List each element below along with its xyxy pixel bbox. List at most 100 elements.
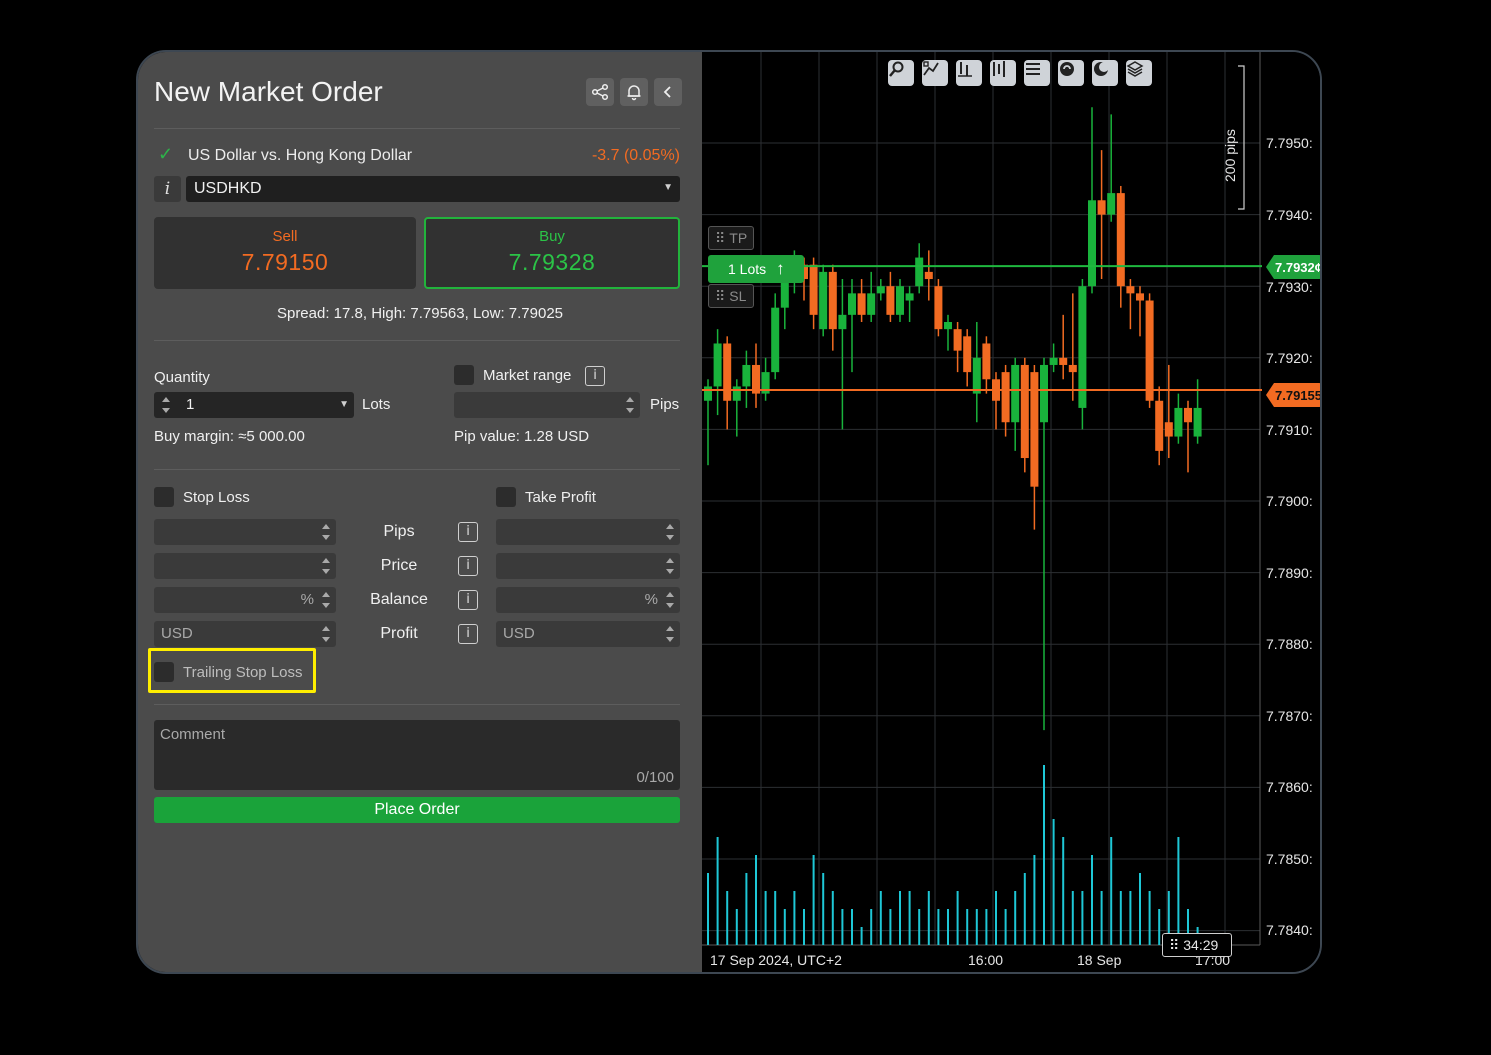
stepper-arrows-icon[interactable] xyxy=(321,591,331,609)
comment-textarea[interactable]: Comment 0/100 xyxy=(154,720,680,790)
candle-body xyxy=(944,322,952,330)
profit-info-icon[interactable]: i xyxy=(458,624,478,644)
row-label-price: Price xyxy=(380,557,418,574)
alert-button[interactable] xyxy=(620,78,648,106)
draw-tools-icon xyxy=(923,61,939,76)
y-tick-label: 7.7930: xyxy=(1266,279,1313,295)
tp-handle[interactable]: ⠿ TP xyxy=(708,226,754,250)
y-tick-label: 7.7850: xyxy=(1266,851,1313,867)
bar-type-button[interactable] xyxy=(956,60,982,86)
symbol-select[interactable]: USDHKD ▼ xyxy=(186,176,680,202)
indicators-button[interactable] xyxy=(990,60,1016,86)
bar-type-icon xyxy=(958,62,972,77)
objects-list-button[interactable] xyxy=(1024,60,1050,86)
buy-button[interactable]: Buy 7.79328 xyxy=(424,217,680,289)
candle-body xyxy=(1145,300,1154,401)
quantity-stepper[interactable]: 1 ▼ xyxy=(154,392,354,418)
usd-placeholder: USD xyxy=(503,625,535,642)
candle-body xyxy=(972,357,981,394)
draw-tools-button[interactable] xyxy=(922,60,948,86)
tp-price-input[interactable] xyxy=(496,553,680,579)
candle-body xyxy=(1097,200,1106,215)
market-range-info-icon[interactable]: i xyxy=(585,366,605,386)
tp-profit-input[interactable]: USD xyxy=(496,621,680,647)
symbol-value: USDHKD xyxy=(194,180,262,197)
countdown-value: 34:29 xyxy=(1183,937,1219,953)
y-tick-label: 7.7920: xyxy=(1266,350,1313,366)
divider xyxy=(154,469,680,470)
divider xyxy=(154,340,680,341)
sl-balance-input[interactable]: % xyxy=(154,587,336,613)
quantity-label: Quantity xyxy=(154,369,210,386)
stepper-arrows-icon[interactable] xyxy=(625,396,635,414)
balance-info-icon[interactable]: i xyxy=(458,590,478,610)
arrow-up-icon: ↑ xyxy=(776,259,785,278)
instrument-info-button[interactable]: i xyxy=(154,176,181,202)
stepper-arrows-icon[interactable] xyxy=(665,523,675,541)
collapse-button[interactable] xyxy=(654,78,682,106)
price-info-icon[interactable]: i xyxy=(458,556,478,576)
tp-balance-input[interactable]: % xyxy=(496,587,680,613)
market-range-input[interactable] xyxy=(454,392,640,418)
sl-handle[interactable]: ⠿ SL xyxy=(708,284,754,308)
row-label-pips: Pips xyxy=(383,523,415,540)
buy-label: Buy xyxy=(539,228,565,245)
chart-canvas[interactable] xyxy=(702,52,1322,974)
candle-body xyxy=(1184,407,1192,423)
stepper-arrows-icon[interactable] xyxy=(161,396,171,414)
moon-icon xyxy=(1094,62,1109,76)
pips-info-icon[interactable]: i xyxy=(458,522,478,542)
x-tick-label: 18 Sep xyxy=(1077,952,1122,968)
instrument-name: US Dollar vs. Hong Kong Dollar xyxy=(188,147,413,164)
chevron-left-icon xyxy=(663,86,671,98)
stepper-arrows-icon[interactable] xyxy=(665,591,675,609)
zoom-button[interactable] xyxy=(888,60,914,86)
y-tick-label: 7.7840: xyxy=(1266,922,1313,938)
stepper-arrows-icon[interactable] xyxy=(321,557,331,575)
layers-button[interactable] xyxy=(1126,60,1152,86)
check-icon: ✓ xyxy=(158,144,174,164)
candle-body xyxy=(1107,193,1116,215)
x-tick-label: 17 Sep 2024, UTC+2 xyxy=(710,952,842,968)
y-tick-label: 7.7860: xyxy=(1266,779,1313,795)
sl-profit-input[interactable]: USD xyxy=(154,621,336,647)
sl-pips-input[interactable] xyxy=(154,519,336,545)
candle-body xyxy=(809,264,818,315)
candle-body xyxy=(1020,364,1029,459)
refresh-button[interactable] xyxy=(1058,60,1084,86)
candle-body xyxy=(848,293,856,315)
stepper-arrows-icon[interactable] xyxy=(321,523,331,541)
candle-body xyxy=(1116,193,1125,287)
stop-loss-checkbox[interactable] xyxy=(154,487,174,507)
stepper-arrows-icon[interactable] xyxy=(665,625,675,643)
take-profit-checkbox[interactable] xyxy=(496,487,516,507)
candle-body xyxy=(934,286,943,330)
sl-label: SL xyxy=(729,288,747,304)
drag-handle-icon: ⠿ xyxy=(715,287,726,304)
comment-counter: 0/100 xyxy=(636,769,674,786)
sell-button[interactable]: Sell 7.79150 xyxy=(154,217,416,289)
lots-label: Lots xyxy=(362,396,391,413)
dropdown-arrow-icon[interactable]: ▼ xyxy=(339,399,349,410)
candle-body xyxy=(1001,372,1010,423)
pips-scale-bracket xyxy=(1238,65,1245,210)
sl-price-input[interactable] xyxy=(154,553,336,579)
candle-body xyxy=(732,386,741,401)
stepper-arrows-icon[interactable] xyxy=(665,557,675,575)
position-lots-tag[interactable]: 1 Lots ↑ xyxy=(708,255,804,283)
bell-icon xyxy=(627,85,641,101)
highlight-box xyxy=(148,648,316,693)
place-order-button[interactable]: Place Order xyxy=(154,797,680,823)
price-chart[interactable]: 200 pips 7.7950: 7.7940: 7.7930: 7.7920:… xyxy=(702,52,1322,974)
sell-label: Sell xyxy=(272,228,298,245)
market-range-checkbox[interactable] xyxy=(454,365,474,385)
stepper-arrows-icon[interactable] xyxy=(321,625,331,643)
candle-body xyxy=(723,343,732,401)
divider xyxy=(154,704,680,705)
share-button[interactable] xyxy=(586,78,614,106)
zoom-icon xyxy=(889,61,904,77)
candle-body xyxy=(924,271,933,280)
page-title: New Market Order xyxy=(154,76,383,107)
tp-pips-input[interactable] xyxy=(496,519,680,545)
theme-button[interactable] xyxy=(1092,60,1118,86)
